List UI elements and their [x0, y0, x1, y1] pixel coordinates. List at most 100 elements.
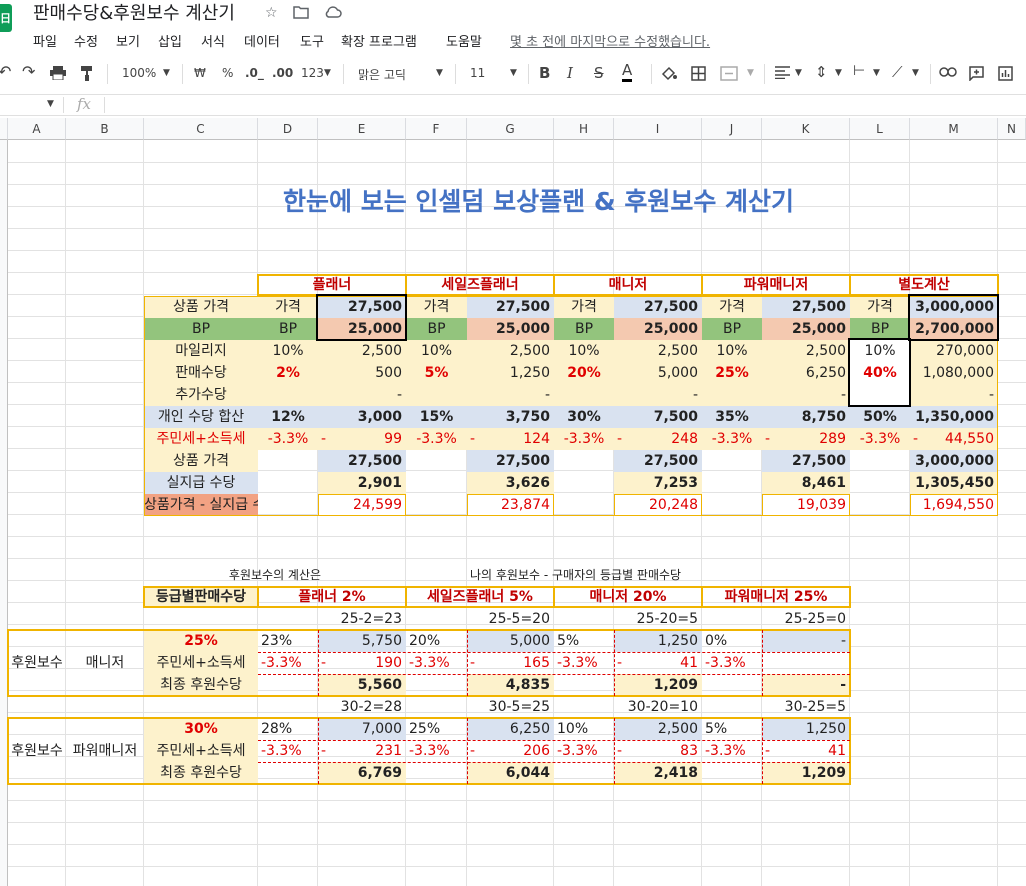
- sponsor-amount-cell: 1,250: [762, 718, 850, 740]
- column-header-l[interactable]: L: [850, 118, 910, 140]
- column-header-h[interactable]: H: [554, 118, 614, 140]
- chevron-down-icon[interactable]: ▼: [912, 68, 919, 78]
- text-wrap-icon[interactable]: ⊢: [853, 63, 865, 79]
- price-minus-net-cell: 1,694,550: [910, 494, 998, 516]
- chevron-down-icon[interactable]: ▼: [747, 68, 754, 78]
- vertical-align-icon[interactable]: ⇕: [815, 63, 828, 81]
- zoom-select[interactable]: 100%: [122, 66, 156, 80]
- mileage-cell: 2,500: [762, 340, 850, 362]
- final-commission-cell: 4,835: [467, 674, 554, 696]
- sales-commission-cell: 5%: [406, 362, 467, 384]
- chevron-down-icon[interactable]: ▼: [324, 68, 331, 78]
- chevron-down-icon[interactable]: ▼: [873, 68, 880, 78]
- column-header-d[interactable]: D: [258, 118, 318, 140]
- print-icon[interactable]: [50, 66, 66, 83]
- column-header-k[interactable]: K: [762, 118, 850, 140]
- grid-row-line: [0, 844, 1026, 845]
- merge-cells-icon[interactable]: [720, 66, 738, 84]
- chevron-down-icon[interactable]: ▼: [436, 68, 443, 78]
- strikethrough-icon[interactable]: S: [594, 64, 604, 82]
- column-header-m[interactable]: M: [910, 118, 998, 140]
- grade-rate-cell: 30%: [144, 718, 258, 740]
- decrease-decimal-button[interactable]: .0_: [245, 66, 264, 80]
- column-header-j[interactable]: J: [702, 118, 762, 140]
- column-header-g[interactable]: G: [467, 118, 554, 140]
- menu-edit[interactable]: 수정: [74, 31, 98, 50]
- last-edit-link[interactable]: 몇 초 전에 마지막으로 수정했습니다.: [510, 31, 710, 50]
- menu-data[interactable]: 데이터: [244, 31, 280, 50]
- chevron-down-icon[interactable]: ▼: [835, 68, 842, 78]
- sheets-logo[interactable]: 日: [0, 4, 12, 32]
- menu-format[interactable]: 서식: [201, 31, 225, 50]
- column-header-c[interactable]: C: [144, 118, 258, 140]
- grade-level-header: 세일즈플래너 5%: [427, 589, 533, 605]
- move-folder-icon[interactable]: [293, 5, 309, 23]
- tax-label-cell: 주민세+소득세: [144, 740, 258, 762]
- grade-level-header: 플래너 2%: [298, 589, 366, 605]
- menu-file[interactable]: 파일: [33, 31, 57, 50]
- mileage-cell: 10%: [258, 340, 318, 362]
- column-header-e[interactable]: E: [318, 118, 406, 140]
- column-header-n[interactable]: N: [998, 118, 1026, 140]
- net-payment-cell: 3,626: [467, 472, 554, 494]
- column-header-i[interactable]: I: [614, 118, 702, 140]
- tax-value-cell: 41: [680, 655, 698, 671]
- menu-extensions[interactable]: 확장 프로그램: [341, 31, 417, 50]
- font-size-select[interactable]: 11: [470, 66, 485, 80]
- column-header-a[interactable]: A: [8, 118, 66, 140]
- price-cell: 27,500: [762, 296, 850, 318]
- select-all-corner[interactable]: [0, 118, 8, 140]
- column-header-b[interactable]: B: [66, 118, 144, 140]
- currency-format-button[interactable]: ₩: [194, 66, 206, 80]
- sales-commission-cell: 20%: [554, 362, 614, 384]
- tax-rate-cell: -3.3%: [557, 655, 598, 671]
- undo-icon[interactable]: ↶: [0, 62, 11, 81]
- row-label: 상품가격 - 실지급 수당: [144, 494, 258, 516]
- cloud-status-icon[interactable]: [324, 5, 342, 23]
- menu-insert[interactable]: 삽입: [158, 31, 182, 50]
- borders-icon[interactable]: [691, 66, 706, 84]
- menu-tools[interactable]: 도구: [300, 31, 324, 50]
- sponsor-amount-cell: 5,750: [318, 630, 406, 652]
- chevron-down-icon[interactable]: ▼: [163, 68, 170, 78]
- chevron-down-icon[interactable]: ▼: [795, 68, 802, 78]
- bold-icon[interactable]: B: [539, 64, 550, 82]
- fill-color-icon[interactable]: [661, 66, 677, 84]
- column-header-f[interactable]: F: [406, 118, 467, 140]
- sheet-grid[interactable]: A B C D E F G H I J K L M N 한눈에 보는 인셀덤 보상플랜 & 후원보수 계산기…: [0, 118, 1026, 886]
- italic-icon[interactable]: I: [567, 64, 573, 82]
- insert-comment-icon[interactable]: [969, 66, 984, 84]
- level-header: 파워매니저: [743, 277, 809, 293]
- chevron-down-icon[interactable]: ▼: [510, 68, 517, 78]
- name-box-dropdown-icon[interactable]: ▼: [47, 99, 54, 109]
- horizontal-align-icon[interactable]: [775, 66, 790, 82]
- grade-rate-cell: 25%: [144, 630, 258, 652]
- sponsor-note: 나의 후원보수 - 구매자의 등급별 판매수당: [470, 568, 682, 582]
- tax-value-cell: 41: [828, 743, 846, 759]
- menu-help[interactable]: 도움말: [446, 31, 482, 50]
- percent-format-button[interactable]: %: [222, 66, 233, 80]
- net-payment-cell: 8,461: [762, 472, 850, 494]
- font-family-select[interactable]: 맑은 고딕: [358, 66, 406, 83]
- sponsor-label: 후원보수: [11, 743, 63, 759]
- sponsor-rate-cell: 0%: [705, 633, 728, 649]
- increase-decimal-button[interactable]: .00: [272, 66, 293, 80]
- price-minus-net-cell: 19,039: [762, 494, 850, 516]
- number-format-select[interactable]: 123: [301, 66, 324, 80]
- document-title[interactable]: 판매수당&후원보수 계산기: [33, 2, 235, 26]
- difference-formula-cell: 30-2=28: [340, 699, 402, 715]
- redo-icon[interactable]: ↷: [22, 62, 35, 81]
- final-commission-cell: 6,769: [318, 762, 406, 784]
- text-rotate-icon[interactable]: ⟋: [892, 63, 903, 81]
- paint-format-icon[interactable]: [80, 66, 94, 84]
- extra-commission-cell: [702, 384, 762, 406]
- insert-link-icon[interactable]: [939, 66, 957, 80]
- text-color-icon[interactable]: A: [622, 62, 633, 82]
- insert-chart-icon[interactable]: [998, 66, 1013, 84]
- sales-commission-cell: 6,250: [762, 362, 850, 384]
- price-cell: 27,500: [614, 296, 702, 318]
- star-icon[interactable]: ☆: [265, 5, 278, 21]
- menu-view[interactable]: 보기: [116, 31, 140, 50]
- formula-input[interactable]: [112, 97, 1012, 113]
- tax-value-cell: 289: [819, 431, 846, 447]
